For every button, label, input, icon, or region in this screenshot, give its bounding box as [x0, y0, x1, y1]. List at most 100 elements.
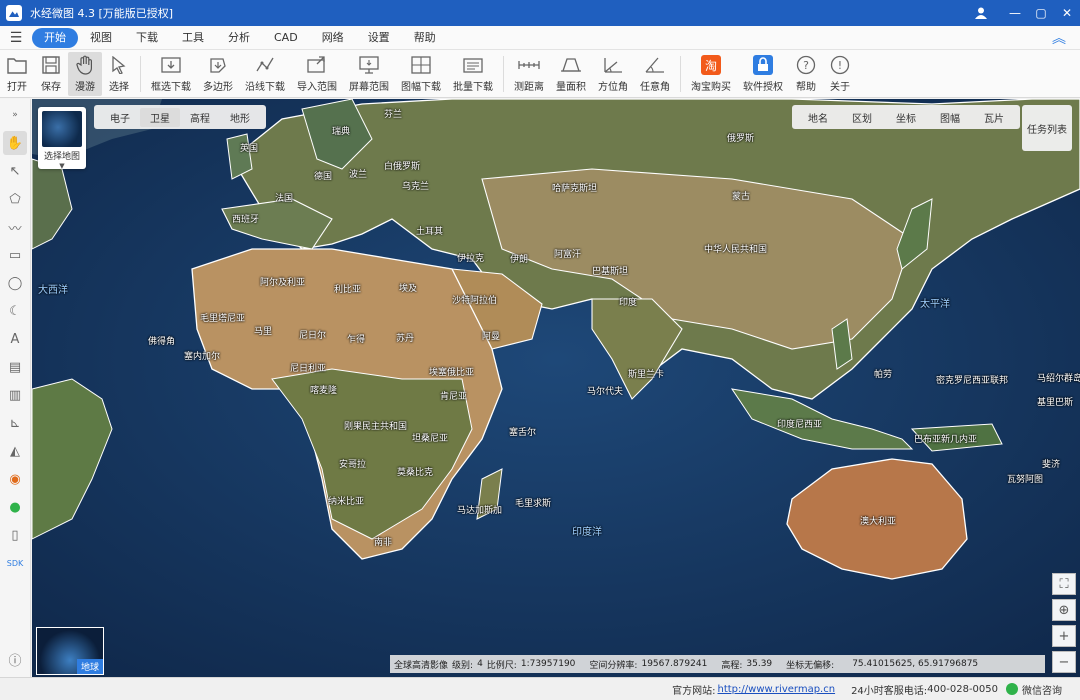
sidebar-help-icon[interactable]: ⓘ [3, 647, 27, 671]
chevron-down-icon: ▼ [59, 162, 65, 170]
zoom-out-icon[interactable]: − [1052, 651, 1076, 673]
close-icon[interactable]: ✕ [1054, 0, 1080, 26]
polygon-button[interactable]: 多边形 [197, 52, 239, 96]
batch-download-button[interactable]: 批量下载 [447, 52, 499, 96]
screen-range-button[interactable]: 屏幕范围 [343, 52, 395, 96]
draw-polygon-icon[interactable]: ⬠ [3, 187, 27, 211]
status-level: 4 [477, 659, 483, 669]
label-iraq: 伊拉克 [457, 254, 485, 264]
tab-coordinates[interactable]: 坐标 [884, 108, 928, 127]
tab-terrain[interactable]: 地形 [220, 108, 260, 127]
any-angle-button[interactable]: 任意角 [634, 52, 676, 96]
menu-item-download[interactable]: 下载 [124, 28, 170, 48]
map-view[interactable]: 俄罗斯 芬兰 瑞典 英国 德国 波兰 白俄罗斯 乌克兰 法国 西班牙 土耳其 哈… [32, 99, 1080, 677]
import-icon [306, 54, 328, 76]
status-elevation-label: 高程: [721, 660, 743, 671]
tab-place-names[interactable]: 地名 [796, 108, 840, 127]
tab-elevation[interactable]: 高程 [180, 108, 220, 127]
locate-icon[interactable]: ⊕ [1052, 599, 1076, 621]
hamburger-menu-icon[interactable]: ☰ [0, 30, 32, 46]
select-map-label: 选择地图 [43, 152, 80, 162]
tab-tiles[interactable]: 瓦片 [972, 108, 1016, 127]
label-turkey: 土耳其 [416, 227, 444, 237]
zoom-in-icon[interactable]: + [1052, 625, 1076, 647]
menu-item-view[interactable]: 视图 [78, 28, 124, 48]
globe-overview[interactable]: 地球 [36, 627, 104, 675]
label-sri-lanka: 斯里兰卡 [628, 370, 665, 380]
maximize-icon[interactable]: ▢ [1028, 0, 1054, 26]
status-scale: 1:73957190 [520, 659, 576, 669]
svg-text:!: ! [838, 59, 842, 72]
label-ukraine: 乌克兰 [402, 182, 430, 192]
add-text-icon[interactable]: A [3, 327, 27, 351]
menu-item-settings[interactable]: 设置 [356, 28, 402, 48]
tab-map-sheets[interactable]: 图幅 [928, 108, 972, 127]
menu-item-analysis[interactable]: 分析 [216, 28, 262, 48]
collapse-ribbon-icon[interactable]: ︽ [1052, 28, 1066, 48]
expand-sidebar-icon[interactable]: » [3, 103, 27, 127]
import-range-button[interactable]: 导入范围 [291, 52, 343, 96]
azimuth-button[interactable]: 方位角 [592, 52, 634, 96]
license-button[interactable]: 软件授权 [737, 52, 789, 96]
label-nigeria: 尼日利亚 [290, 364, 327, 374]
menu-item-cad[interactable]: CAD [262, 28, 310, 48]
sheet-download-button[interactable]: 图幅下载 [395, 52, 447, 96]
pointer-icon[interactable]: ↖ [3, 159, 27, 183]
area-side-icon[interactable]: ▥ [3, 383, 27, 407]
label-russia: 俄罗斯 [727, 134, 755, 144]
draw-crescent-icon[interactable]: ☾ [3, 299, 27, 323]
tab-electronic[interactable]: 电子 [100, 108, 140, 127]
task-list-button[interactable]: 任务列表 [1022, 105, 1072, 151]
toolbar: 打开 保存 漫游 选择 框选下载 多边形 沿线下载 导入范围 屏幕范围 图幅下载… [0, 50, 1080, 98]
menu-item-tools[interactable]: 工具 [170, 28, 216, 48]
menu-item-network[interactable]: 网络 [310, 28, 356, 48]
line-download-button[interactable]: 沿线下载 [239, 52, 291, 96]
overlay-tabs: 地名 区划 坐标 图幅 瓦片 [792, 105, 1020, 129]
save-button[interactable]: 保存 [34, 52, 68, 96]
label-fiji: 斐济 [1042, 460, 1061, 470]
draw-rectangle-icon[interactable]: ▭ [3, 243, 27, 267]
help-button[interactable]: ? 帮助 [789, 52, 823, 96]
user-icon[interactable] [968, 0, 994, 26]
box-download-button[interactable]: 框选下载 [145, 52, 197, 96]
pan-button[interactable]: 漫游 [68, 51, 102, 96]
wechat-label[interactable]: 微信咨询 [1022, 682, 1062, 697]
sdk-icon[interactable]: SDK [3, 551, 27, 575]
wechat-icon[interactable] [1006, 683, 1018, 695]
select-button[interactable]: 选择 [102, 52, 136, 96]
label-png: 巴布亚新几内亚 [914, 435, 978, 445]
menu-item-start[interactable]: 开始 [32, 27, 78, 48]
label-belarus: 白俄罗斯 [384, 162, 421, 172]
select-map-button[interactable]: 选择地图 ▼ [38, 107, 86, 170]
angle-side-icon[interactable]: ⊾ [3, 411, 27, 435]
draw-circle-icon[interactable]: ◯ [3, 271, 27, 295]
label-australia: 澳大利亚 [860, 517, 897, 527]
monitor-icon [358, 54, 380, 76]
measure-area-button[interactable]: 量面积 [550, 52, 592, 96]
title-bar: 水经微图 4.3 [万能版已授权] — ▢ ✕ [0, 0, 1080, 26]
open-button[interactable]: 打开 [0, 52, 34, 96]
website-link[interactable]: http://www.rivermap.cn [718, 684, 836, 695]
label-indian-ocean: 印度洋 [572, 527, 602, 538]
hand-pan-icon[interactable]: ✋ [3, 131, 27, 155]
fullscreen-icon[interactable]: ⛶ [1052, 573, 1076, 595]
mobile-icon[interactable]: ▯ [3, 523, 27, 547]
grid-icon [410, 54, 432, 76]
share-icon[interactable]: ● [3, 495, 27, 519]
label-cape-verde: 佛得角 [148, 337, 176, 347]
about-button[interactable]: ! 关于 [823, 52, 857, 96]
ruler-side-icon[interactable]: ▤ [3, 355, 27, 379]
tab-admin-divisions[interactable]: 区划 [840, 108, 884, 127]
plugin-globe-icon[interactable]: ◉ [3, 467, 27, 491]
label-kazakhstan: 哈萨克斯坦 [552, 184, 598, 194]
tab-satellite[interactable]: 卫星 [140, 107, 180, 127]
status-elevation: 35.39 [746, 659, 773, 669]
minimize-icon[interactable]: — [1002, 0, 1028, 26]
protractor-side-icon[interactable]: ◭ [3, 439, 27, 463]
label-chad: 乍得 [347, 335, 366, 345]
taobao-button[interactable]: 淘 淘宝购买 [685, 52, 737, 96]
label-china: 中华人民共和国 [704, 245, 768, 255]
draw-line-icon[interactable]: 〰 [3, 215, 27, 239]
measure-distance-button[interactable]: 测距离 [508, 52, 550, 96]
menu-item-help[interactable]: 帮助 [402, 28, 448, 48]
